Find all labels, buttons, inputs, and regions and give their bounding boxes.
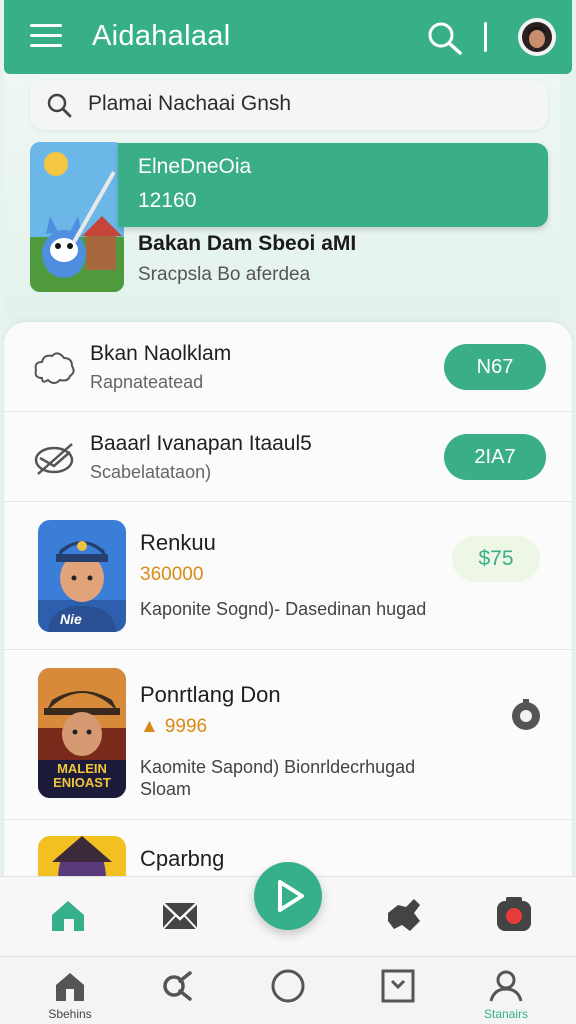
puzzle-icon[interactable] <box>384 895 424 935</box>
record-icon[interactable] <box>494 895 534 935</box>
play-button[interactable] <box>254 862 322 930</box>
no-signal-icon <box>34 443 74 475</box>
game-value: 360000 <box>140 564 204 585</box>
row-title: Bkan Naolklam <box>90 342 232 365</box>
inbox-icon <box>381 969 415 1003</box>
game-title: Ponrtlang Don <box>140 682 281 707</box>
row-action-button[interactable]: N67 <box>444 344 546 390</box>
search-input[interactable] <box>88 92 528 116</box>
mail-icon[interactable] <box>160 895 200 935</box>
play-icon <box>278 880 304 912</box>
game-title: Renkuu <box>140 530 216 555</box>
nav-label: Stanairs <box>483 1007 529 1021</box>
house-icon <box>56 973 84 1001</box>
featured-game-thumbnail[interactable] <box>30 142 124 292</box>
app-header: Aidahalaal <box>4 0 572 74</box>
circle-icon <box>271 969 305 1003</box>
list-item[interactable]: Baaarl Ivanapan Itaaul5 Scabelatataon) 2… <box>4 412 572 502</box>
game-thumbnail: MALEIN ENIOAST <box>38 668 126 798</box>
game-thumbnail-badge: MALEIN ENIOAST <box>53 761 111 790</box>
thumbnail-badge-text: Nie <box>60 611 82 627</box>
cloud-icon <box>34 352 75 384</box>
bottom-navigation: Sbehins Stanairs <box>0 956 576 1024</box>
menu-icon[interactable] <box>30 24 62 50</box>
game-value-text: 9996 <box>164 716 208 737</box>
row-title: Baaarl Ivanapan Itaaul5 <box>90 432 312 455</box>
flame-icon: ▲ <box>140 716 159 737</box>
row-subtitle: Scabelatataon) <box>90 462 212 482</box>
search-bar[interactable] <box>30 80 548 130</box>
nav-label: Sbehins <box>48 1007 92 1021</box>
game-description: Kaomite Sapond) Bionrldecrhugad Sloam <box>140 757 416 799</box>
featured-title: ElneDneOia <box>138 155 252 178</box>
row-action-button[interactable]: 2IA7 <box>444 434 546 480</box>
nav-item-search[interactable] <box>130 957 226 1024</box>
game-list-item[interactable]: Nie Renkuu 360000 Kaponite Sognd)- Dased… <box>4 502 572 650</box>
search-icon <box>47 93 72 118</box>
nav-item-inbox[interactable] <box>350 957 446 1024</box>
home-icon[interactable] <box>48 895 88 935</box>
game-title: Cparbng <box>140 846 225 871</box>
game-thumbnail <box>38 836 126 880</box>
row-subtitle: Rapnateatead <box>90 372 204 392</box>
game-value: ▲ 9996 <box>140 716 207 738</box>
featured-banner[interactable]: ElneDneOia 12160 <box>118 143 548 227</box>
game-list-item[interactable]: MALEIN ENIOAST Ponrtlang Don ▲ 9996 Kaomi… <box>4 650 572 820</box>
game-description: Kaponite Sognd)- Dasedinan hugad <box>140 599 427 619</box>
featured-subtitle: Sracpsla Bo aferdea <box>138 264 311 285</box>
avatar[interactable] <box>518 18 556 56</box>
featured-name: Bakan Dam Sbeoi aMI <box>138 232 357 255</box>
app-title: Aidahalaal <box>92 20 231 52</box>
search-icon[interactable] <box>426 20 464 56</box>
price-button[interactable]: $75 <box>452 536 540 582</box>
search-icon <box>163 971 192 1001</box>
featured-count: 12160 <box>138 189 197 212</box>
nav-item-profile[interactable]: Stanairs <box>458 957 554 1024</box>
game-thumbnail: Nie <box>38 520 126 632</box>
list-item[interactable]: Bkan Naolklam Rapnateatead N67 <box>4 322 572 412</box>
user-icon <box>489 970 523 1002</box>
nav-item-home[interactable]: Sbehins <box>22 957 118 1024</box>
header-divider <box>484 22 487 52</box>
gear-icon[interactable] <box>508 698 544 734</box>
nav-item-circle[interactable] <box>240 957 336 1024</box>
